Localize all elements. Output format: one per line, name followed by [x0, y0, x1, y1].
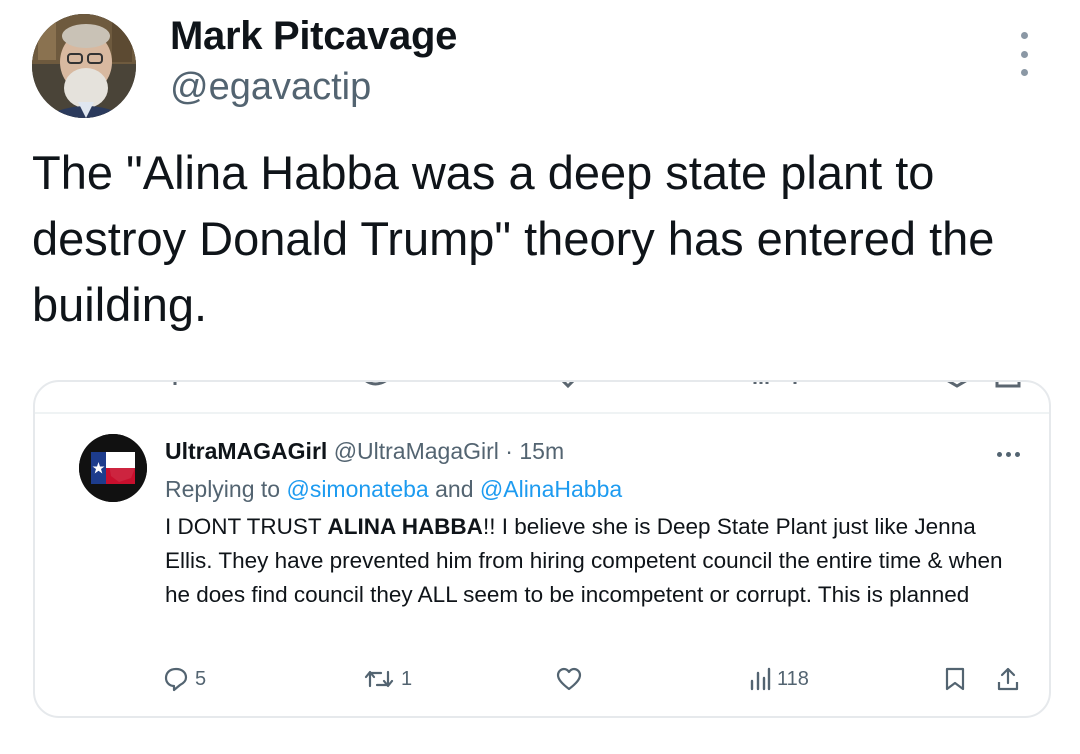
heart-icon — [556, 667, 582, 691]
cropped-action-bar — [35, 382, 1049, 414]
more-vertical-icon[interactable] — [1012, 32, 1036, 76]
and-word: and — [435, 476, 474, 502]
replying-to-line: Replying to @simonateba and @AlinaHabba — [165, 476, 622, 503]
separator-dot: · — [505, 438, 513, 464]
retweet-action[interactable]: 1 — [363, 664, 412, 694]
reply-action[interactable]: 5 — [163, 664, 206, 694]
reply-icon — [164, 667, 188, 692]
cropped-icons — [173, 382, 1021, 389]
embedded-timestamp[interactable]: 15m — [519, 438, 564, 464]
author-avatar[interactable] — [32, 14, 136, 118]
views-count: 118 — [777, 667, 809, 690]
author-name[interactable]: Mark Pitcavage — [170, 14, 457, 59]
share-icon — [997, 667, 1019, 691]
bookmark-action[interactable] — [943, 664, 967, 694]
reply-count: 5 — [195, 667, 207, 690]
views-bar-chart-icon — [750, 667, 771, 691]
share-action[interactable] — [995, 664, 1021, 694]
tweet-text: The "Alina Habba was a deep state plant … — [32, 146, 995, 331]
retweet-icon — [364, 670, 394, 688]
replying-to-label: Replying to — [165, 476, 281, 502]
mention-link-2[interactable]: @AlinaHabba — [480, 476, 622, 502]
mention-link-1[interactable]: @simonateba — [286, 476, 428, 502]
embedded-tweet-header: UltraMAGAGirl @UltraMagaGirl · 15m — [165, 438, 564, 465]
embedded-author-handle[interactable]: @UltraMagaGirl — [334, 438, 499, 464]
body-text-part1: I DONT TRUST — [165, 514, 328, 539]
like-action[interactable] — [555, 664, 589, 694]
views-action[interactable]: 118 — [749, 664, 809, 694]
author-handle[interactable]: @egavactip — [170, 66, 371, 109]
retweet-count: 1 — [401, 667, 413, 690]
embedded-author-name[interactable]: UltraMAGAGirl — [165, 438, 327, 464]
texas-flag-avatar-icon — [79, 434, 147, 502]
embedded-avatar[interactable] — [79, 434, 147, 502]
more-horizontal-icon[interactable] — [997, 452, 1020, 457]
bookmark-icon — [945, 667, 965, 691]
body-text-bold: ALINA HABBA — [327, 514, 483, 539]
embedded-tweet-text: I DONT TRUST ALINA HABBA!! I believe she… — [165, 510, 1025, 612]
profile-photo-icon — [32, 14, 136, 118]
embedded-screenshot: UltraMAGAGirl @UltraMagaGirl · 15m Reply… — [33, 380, 1051, 718]
